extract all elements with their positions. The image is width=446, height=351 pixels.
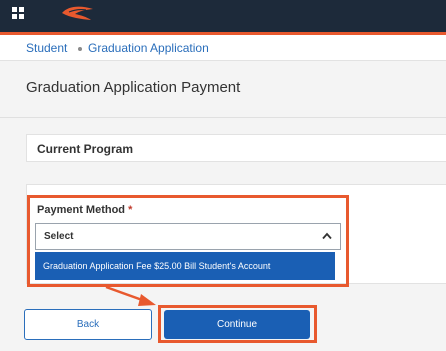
breadcrumb: Student Graduation Application: [0, 35, 446, 61]
app-grid-icon[interactable]: [12, 7, 24, 19]
continue-button[interactable]: Continue: [164, 310, 310, 339]
top-navigation-bar: [0, 0, 446, 32]
arrow-annotation: [105, 285, 156, 306]
title-divider: [0, 117, 446, 118]
current-program-title: Current Program: [37, 142, 134, 156]
payment-method-label: Payment Method *: [37, 204, 132, 216]
page-title: Graduation Application Payment: [26, 79, 241, 96]
breadcrumb-graduation-application-link[interactable]: Graduation Application: [88, 41, 209, 55]
chevron-up-icon[interactable]: [322, 232, 332, 240]
current-program-section: Current Program: [26, 134, 446, 162]
payment-method-label-text: Payment Method: [37, 204, 126, 216]
payment-option-graduation-fee[interactable]: Graduation Application Fee $25.00 Bill S…: [35, 252, 335, 280]
required-marker: *: [128, 204, 133, 216]
logo-icon[interactable]: [60, 3, 96, 23]
payment-method-select[interactable]: Select: [35, 223, 341, 250]
payment-option-text: Graduation Application Fee $25.00 Bill S…: [43, 261, 271, 271]
payment-method-select-value: Select: [44, 231, 74, 242]
back-button[interactable]: Back: [24, 309, 152, 340]
breadcrumb-student-link[interactable]: Student: [26, 41, 67, 55]
breadcrumb-separator: [78, 47, 82, 51]
